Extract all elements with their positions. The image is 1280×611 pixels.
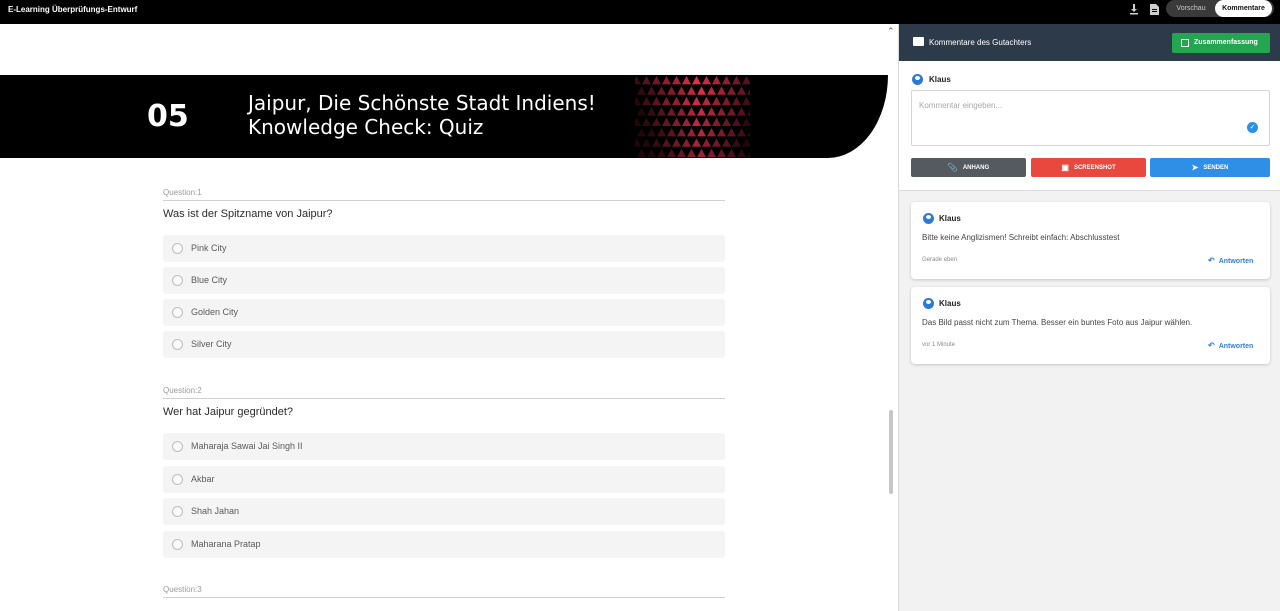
radio-button[interactable] [172,441,183,452]
question-text: Wer hat Jaipur gegründet? [163,406,294,418]
answer-label: Akbar [191,474,215,484]
answer-option[interactable]: Maharaja Sawai Jai Singh II [163,433,725,460]
course-preview: ⌃ 05 Jaipur, Die Schönste Stadt Indiens!… [0,24,898,611]
check-icon: ✓ [1247,122,1258,133]
comment-card: Klaus Das Bild passt nicht zum Thema. Be… [911,287,1270,364]
comment-composer: Klaus ✓ 📎 ANHANG ▣ SCREENSHOT ➤ SENDEN [899,61,1280,191]
composer-user-name: Klaus [929,75,951,84]
document-icon[interactable] [1147,4,1161,18]
question-block: Question:3 [163,585,725,598]
reviewer-comments-panel: Kommentare des Gutachters Zusammenfassun… [898,24,1280,611]
app-title: E-Learning Überprüfungs-Entwurf [8,5,138,14]
comment-author: Klaus [939,214,961,223]
attach-button-label: ANHANG [962,165,990,172]
comment-icon [913,37,924,46]
question-block: Question:2 Wer hat Jaipur gegründet? Mah… [163,386,725,558]
divider [163,398,725,399]
attach-button[interactable]: 📎 ANHANG [911,158,1026,177]
view-toggle: Vorschau Kommentare [1166,0,1274,17]
radio-button[interactable] [172,539,183,550]
answer-label: Silver City [191,339,232,349]
question-number: Question:1 [163,188,202,197]
divider [163,200,725,201]
question-block: Question:1 Was ist der Spitzname von Jai… [163,188,725,358]
reply-label: Antworten [1218,343,1254,350]
chapter-title-line2: Knowledge Check: Quiz [248,115,484,139]
radio-button[interactable] [172,474,183,485]
reply-button[interactable]: ↶ Antworten [1208,341,1253,350]
chapter-banner: 05 Jaipur, Die Schönste Stadt Indiens! K… [0,75,888,158]
answer-label: Golden City [191,307,239,317]
reply-button[interactable]: ↶ Antworten [1208,256,1253,265]
panel-header: Kommentare des Gutachters Zusammenfassun… [899,24,1280,61]
radio-button[interactable] [172,506,183,517]
chapter-title-line1: Jaipur, Die Schönste Stadt Indiens! [248,91,596,115]
user-avatar-icon [912,74,923,85]
answer-option[interactable]: Akbar [163,466,725,493]
answer-option[interactable]: Silver City [163,331,725,358]
triangle-pattern-graphic [635,76,750,158]
comments-toggle-option[interactable]: Kommentare [1215,0,1272,17]
divider [163,597,725,598]
comment-input[interactable] [911,90,1270,146]
scroll-up-icon[interactable]: ⌃ [887,26,895,37]
radio-button[interactable] [172,339,183,350]
answer-option[interactable]: Maharana Pratap [163,531,725,558]
summary-button-label: Zusammenfassung [1194,39,1258,46]
radio-button[interactable] [172,275,183,286]
send-button-label: SENDEN [1203,165,1229,172]
radio-button[interactable] [172,243,183,254]
chapter-title: Jaipur, Die Schönste Stadt Indiens! Know… [248,91,596,139]
top-bar: E-Learning Überprüfungs-Entwurf Vorschau… [0,0,1280,24]
reply-icon: ↶ [1208,341,1215,350]
user-avatar-icon [923,213,934,224]
answer-option[interactable]: Blue City [163,267,725,294]
user-avatar-icon [923,298,934,309]
answer-option[interactable]: Pink City [163,235,725,262]
download-icon[interactable] [1127,4,1141,18]
table-icon [1181,39,1189,47]
screenshot-button-label: SCREENSHOT [1073,165,1116,172]
screenshot-button[interactable]: ▣ SCREENSHOT [1031,158,1146,177]
comment-text: Bitte keine Anglizismen! Schreibt einfac… [922,233,1120,242]
chapter-number: 05 [147,99,189,134]
panel-title: Kommentare des Gutachters [929,38,1032,47]
answer-label: Maharaja Sawai Jai Singh II [191,441,303,451]
question-number: Question:2 [163,386,202,395]
scrollbar-thumb[interactable] [889,410,893,494]
reply-icon: ↶ [1208,256,1215,265]
send-button[interactable]: ➤ SENDEN [1150,158,1270,177]
summary-button[interactable]: Zusammenfassung [1172,33,1270,53]
comment-author: Klaus [939,299,961,308]
answer-label: Blue City [191,275,228,285]
comment-timestamp: vor 1 Minute [922,342,956,348]
answer-label: Maharana Pratap [191,539,261,549]
reply-label: Antworten [1218,258,1254,265]
preview-toggle-option[interactable]: Vorschau [1168,0,1214,17]
answer-option[interactable]: Golden City [163,299,725,326]
question-text: Was ist der Spitzname von Jaipur? [163,208,333,220]
send-icon: ➤ [1191,163,1199,172]
answer-label: Pink City [191,243,227,253]
paperclip-icon: 📎 [947,163,958,172]
comment-card: Klaus Bitte keine Anglizismen! Schreibt … [911,202,1270,279]
comment-timestamp: Gerade eben [922,257,958,263]
camera-icon: ▣ [1061,163,1069,172]
answer-option[interactable]: Shah Jahan [163,498,725,525]
question-number: Question:3 [163,585,202,594]
comment-text: Das Bild passt nicht zum Thema. Besser e… [922,318,1193,327]
answer-label: Shah Jahan [191,506,240,516]
radio-button[interactable] [172,307,183,318]
